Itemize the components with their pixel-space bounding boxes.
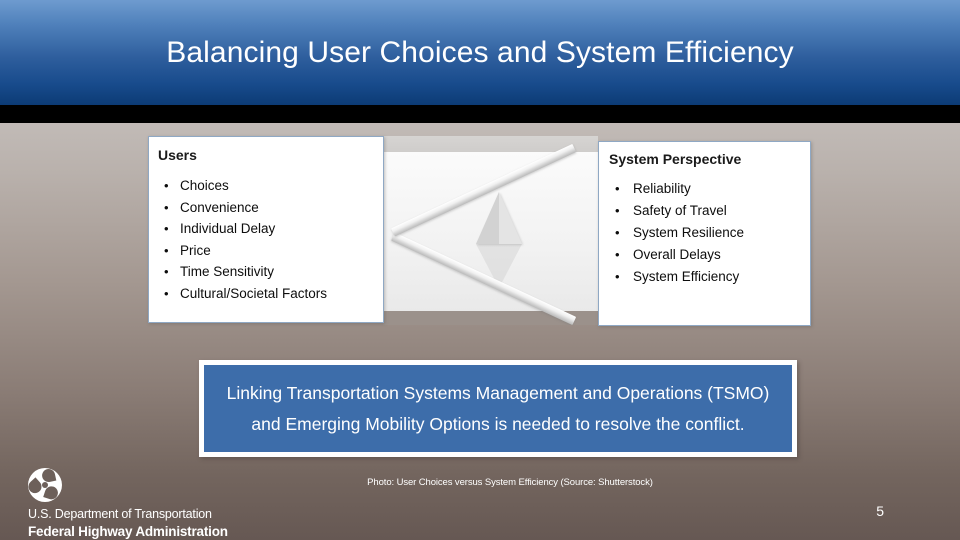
list-item: • Choices	[158, 175, 383, 197]
list-item-label: Price	[180, 242, 211, 258]
bullet-icon: •	[164, 264, 169, 279]
list-item-label: Overall Delays	[633, 247, 721, 262]
slide-title: Balancing User Choices and System Effici…	[166, 36, 794, 69]
system-perspective-panel: System Perspective • Reliability • Safet…	[598, 141, 811, 326]
users-panel-list: • Choices • Convenience • Individual Del…	[149, 175, 383, 304]
triskelion-hub	[42, 482, 48, 488]
list-item: • System Resilience	[609, 222, 810, 244]
bullet-icon: •	[615, 203, 620, 218]
title-underbar	[0, 105, 960, 123]
callout-text: Linking Transportation Systems Managemen…	[226, 382, 770, 434]
bullet-icon: •	[164, 285, 169, 301]
bullet-icon: •	[164, 221, 169, 236]
bullet-icon: •	[164, 242, 169, 258]
list-item: • Reliability	[609, 178, 810, 200]
agency-department-label: U.S. Department of Transportation	[28, 507, 212, 521]
bullet-icon: •	[615, 225, 620, 240]
bullet-icon: •	[615, 247, 620, 262]
bullet-icon: •	[615, 181, 620, 196]
list-item-label: System Resilience	[633, 225, 745, 240]
list-item-label: Choices	[180, 178, 229, 193]
slide-canvas: Balancing User Choices and System Effici…	[0, 0, 960, 540]
agency-administration-label: Federal Highway Administration	[28, 524, 228, 539]
list-item: • Price	[158, 240, 383, 262]
bullet-icon: •	[615, 269, 620, 284]
bullet-icon: •	[164, 178, 169, 193]
list-item-label: System Efficiency	[633, 269, 740, 284]
slide-number: 5	[876, 503, 884, 519]
list-item: • Time Sensitivity	[158, 261, 383, 283]
list-item-label: Individual Delay	[180, 221, 276, 236]
bullet-icon: •	[164, 199, 169, 215]
callout-box: Linking Transportation Systems Managemen…	[199, 360, 797, 457]
list-item-label: Convenience	[180, 199, 259, 215]
list-item-label: Reliability	[633, 181, 691, 196]
fulcrum-pyramid-shaded-face	[476, 192, 499, 244]
triskelion-blade	[25, 477, 45, 496]
triskelion-blade	[40, 467, 57, 484]
list-item: • System Efficiency	[609, 266, 810, 288]
list-item: • Cultural/Societal Factors	[158, 283, 383, 305]
list-item-label: Time Sensitivity	[180, 264, 275, 279]
dot-triskelion-icon	[25, 467, 62, 502]
list-item-label: Safety of Travel	[633, 203, 727, 218]
slide-title-banner: Balancing User Choices and System Effici…	[0, 0, 960, 105]
users-panel-title: Users	[158, 147, 197, 163]
list-item: • Safety of Travel	[609, 200, 810, 222]
system-perspective-panel-list: • Reliability • Safety of Travel • Syste…	[599, 178, 810, 288]
list-item: • Convenience	[158, 197, 383, 219]
list-item: • Individual Delay	[158, 218, 383, 240]
fhwa-footer-logo: U.S. Department of Transportation Federa…	[25, 467, 288, 540]
list-item-label: Cultural/Societal Factors	[180, 285, 328, 301]
system-perspective-panel-title: System Perspective	[609, 151, 742, 167]
list-item: • Overall Delays	[609, 244, 810, 266]
users-panel: Users • Choices • Convenience • Individu…	[148, 136, 384, 323]
seesaw-balance-photo	[383, 136, 598, 325]
